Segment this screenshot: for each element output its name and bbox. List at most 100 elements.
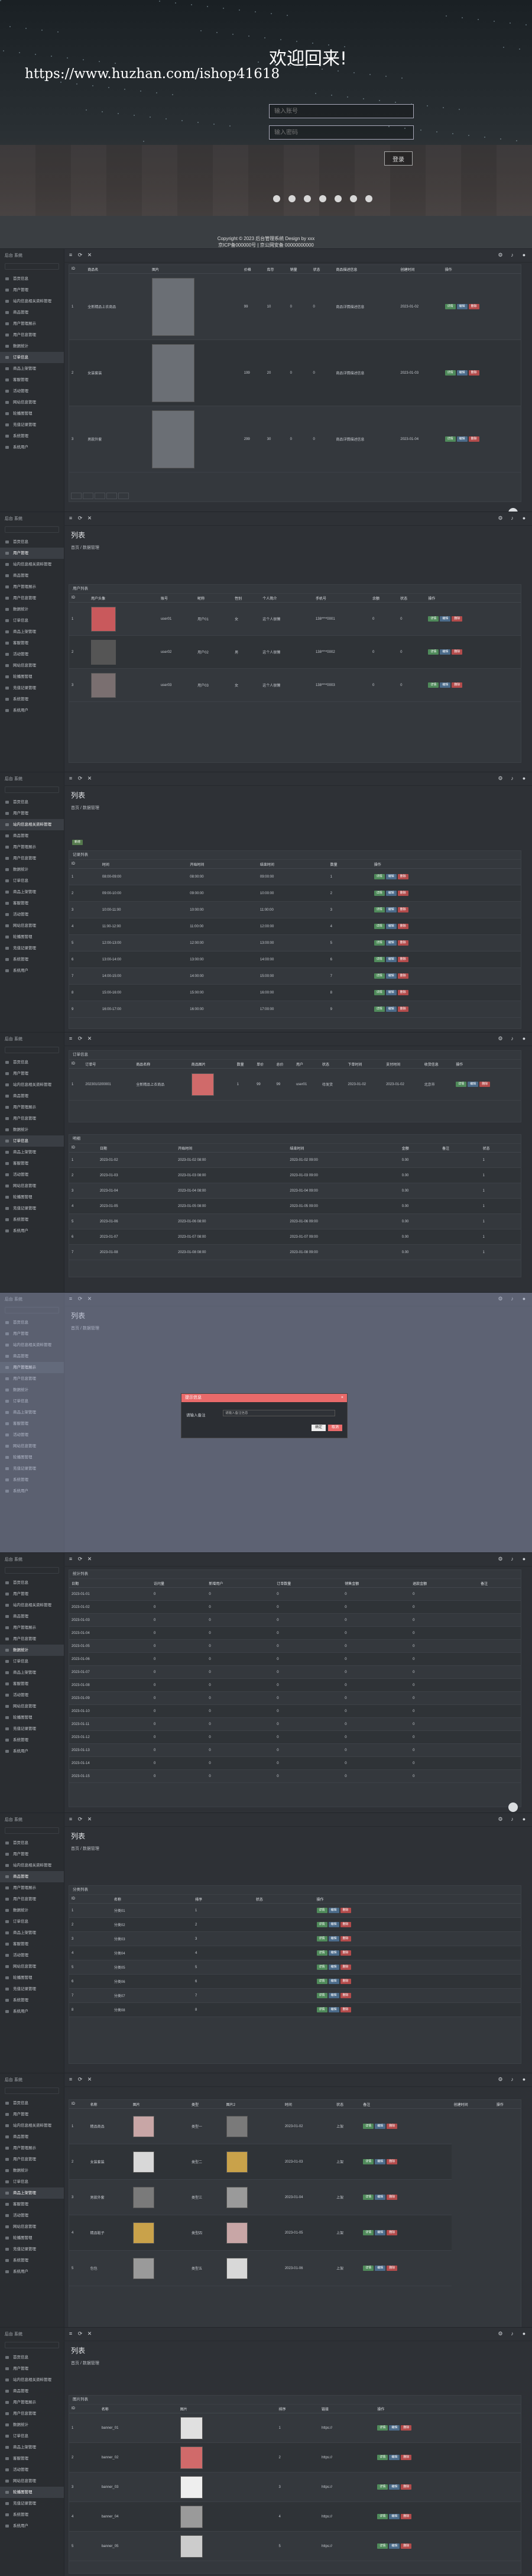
sidebar-item[interactable]: 轮播图管理 [0,1712,64,1723]
sidebar-item[interactable]: 系统管理 [0,954,64,965]
view-button[interactable]: 详情 [377,2425,388,2431]
delete-button[interactable]: 删除 [387,2266,398,2271]
sidebar-item[interactable]: 首页信息 [0,1577,64,1588]
sidebar-item[interactable]: 系统用户 [0,1225,64,1237]
sidebar-item[interactable]: 数据统计 [0,1905,64,1916]
sidebar-item[interactable]: 订单信息 [0,2431,64,2442]
sidebar-item[interactable]: 首页信息 [0,2098,64,2109]
bell-icon[interactable]: ♪ [509,2331,515,2337]
sidebar-item[interactable]: 商品管理 [0,1090,64,1102]
sidebar-item[interactable]: 客服管理 [0,898,64,909]
sidebar-item[interactable]: 轮播图管理 [0,1192,64,1203]
close-icon[interactable]: ✕ [86,2331,93,2337]
login-button[interactable]: 登录 [384,151,413,166]
edit-button[interactable]: 编辑 [389,2484,400,2490]
sidebar-item[interactable]: 数据统计 [0,341,64,352]
user-icon[interactable]: ● [521,1816,527,1823]
sidebar-item[interactable]: 订单信息 [0,615,64,626]
user-icon[interactable]: ● [521,775,527,782]
sidebar-item[interactable]: 轮播图管理 [0,671,64,682]
sidebar-item[interactable]: 首页信息 [0,536,64,548]
refresh-icon[interactable]: ⟳ [77,515,83,522]
delete-button[interactable]: 删除 [397,1007,408,1012]
password-input[interactable] [269,125,414,140]
sidebar-item[interactable]: 客服管理 [0,2199,64,2210]
settings-icon[interactable]: ⚙ [497,1556,504,1562]
sidebar-item[interactable]: 活动管理 [0,2210,64,2221]
bell-icon[interactable]: ♪ [509,775,515,782]
sidebar-item[interactable]: 商品上架管理 [0,886,64,898]
sidebar-item[interactable]: 网站信息管理 [0,2221,64,2232]
sidebar-item[interactable]: 用户信息管理 [0,1894,64,1905]
sidebar-item[interactable]: 充值记录管理 [0,943,64,954]
refresh-icon[interactable]: ⟳ [77,1035,83,1042]
sidebar-item[interactable]: 网站信息管理 [0,397,64,408]
sidebar-item[interactable]: 站内信息相关资料管理 [0,559,64,570]
delete-button[interactable]: 删除 [340,1979,351,1984]
weibo-icon[interactable] [304,195,311,202]
view-button[interactable]: 详情 [374,990,385,995]
edit-button[interactable]: 编辑 [440,682,451,688]
sidebar-item[interactable]: 用户信息管理 [0,1113,64,1124]
view-button[interactable]: 详情 [316,1965,327,1970]
sidebar-item[interactable]: 系统用户 [0,1746,64,1757]
view-button[interactable]: 详情 [316,2007,327,2012]
edit-button[interactable]: 编辑 [456,436,468,442]
view-button[interactable]: 详情 [363,2230,374,2235]
page-button[interactable] [95,493,105,499]
view-button[interactable]: 详情 [428,649,439,655]
edit-button[interactable]: 编辑 [389,2543,400,2549]
delete-button[interactable]: 删除 [397,891,408,896]
sidebar-item[interactable]: 轮播图管理 [0,931,64,943]
sidebar-item[interactable]: 轮播图管理 [0,2487,64,2498]
add-button[interactable]: 新增 [72,840,83,845]
edit-button[interactable]: 编辑 [375,2266,386,2271]
close-icon[interactable]: ✕ [86,1556,93,1562]
edit-button[interactable]: 编辑 [385,957,397,962]
delete-button[interactable]: 删除 [401,2425,412,2431]
delete-button[interactable]: 删除 [340,1993,351,1998]
delete-button[interactable]: 删除 [397,990,408,995]
sidebar-item[interactable]: 充值记录管理 [0,419,64,431]
sidebar-item[interactable]: 轮播图管理 [0,2232,64,2244]
edit-button[interactable]: 编辑 [385,940,397,946]
sidebar-search-input[interactable] [5,1047,59,1053]
edit-button[interactable]: 编辑 [328,2007,339,2012]
sidebar-item[interactable]: 用户管理 [0,284,64,296]
sidebar-item[interactable]: 首页信息 [0,1837,64,1849]
settings-icon[interactable]: ⚙ [497,515,504,522]
view-button[interactable]: 详情 [377,2543,388,2549]
delete-button[interactable]: 删除 [397,874,408,879]
sidebar-item[interactable]: 数据统计 [0,864,64,875]
sidebar-item[interactable]: 用户信息管理 [0,2408,64,2419]
account-input[interactable] [269,104,414,118]
sidebar-search-input[interactable] [5,263,59,270]
cancel-button[interactable]: 取消 [328,1425,342,1431]
sidebar-item[interactable]: 系统用户 [0,2006,64,2017]
close-icon[interactable]: ✕ [86,1035,93,1042]
sidebar-item[interactable]: 首页信息 [0,2352,64,2363]
edit-button[interactable]: 编辑 [389,2455,400,2460]
page-button[interactable] [106,493,117,499]
refresh-icon[interactable]: ⟳ [77,2331,83,2337]
edit-button[interactable]: 编辑 [385,973,397,979]
delete-button[interactable]: 删除 [387,2230,398,2235]
delete-button[interactable]: 删除 [340,1965,351,1970]
view-button[interactable]: 详情 [377,2455,388,2460]
apple-icon[interactable] [365,195,372,202]
sidebar-item[interactable]: 站内信息相关资料管理 [0,1860,64,1871]
sidebar-item[interactable]: 充值记录管理 [0,1983,64,1995]
view-button[interactable]: 详情 [445,370,456,376]
sidebar-search-input[interactable] [5,1827,59,1834]
page-button[interactable] [118,493,129,499]
edit-button[interactable]: 编辑 [375,2124,386,2129]
close-icon[interactable]: × [341,1394,343,1402]
edit-button[interactable]: 编辑 [328,1936,339,1941]
sidebar-item[interactable]: 商品上架管理 [0,626,64,637]
sidebar-item[interactable]: 用户管理 [0,1849,64,1860]
user-icon[interactable]: ● [521,2331,527,2337]
edit-button[interactable]: 编辑 [328,1908,339,1913]
refresh-icon[interactable]: ⟳ [77,252,83,258]
delete-button[interactable]: 删除 [387,2124,398,2129]
github-icon[interactable] [319,195,326,202]
